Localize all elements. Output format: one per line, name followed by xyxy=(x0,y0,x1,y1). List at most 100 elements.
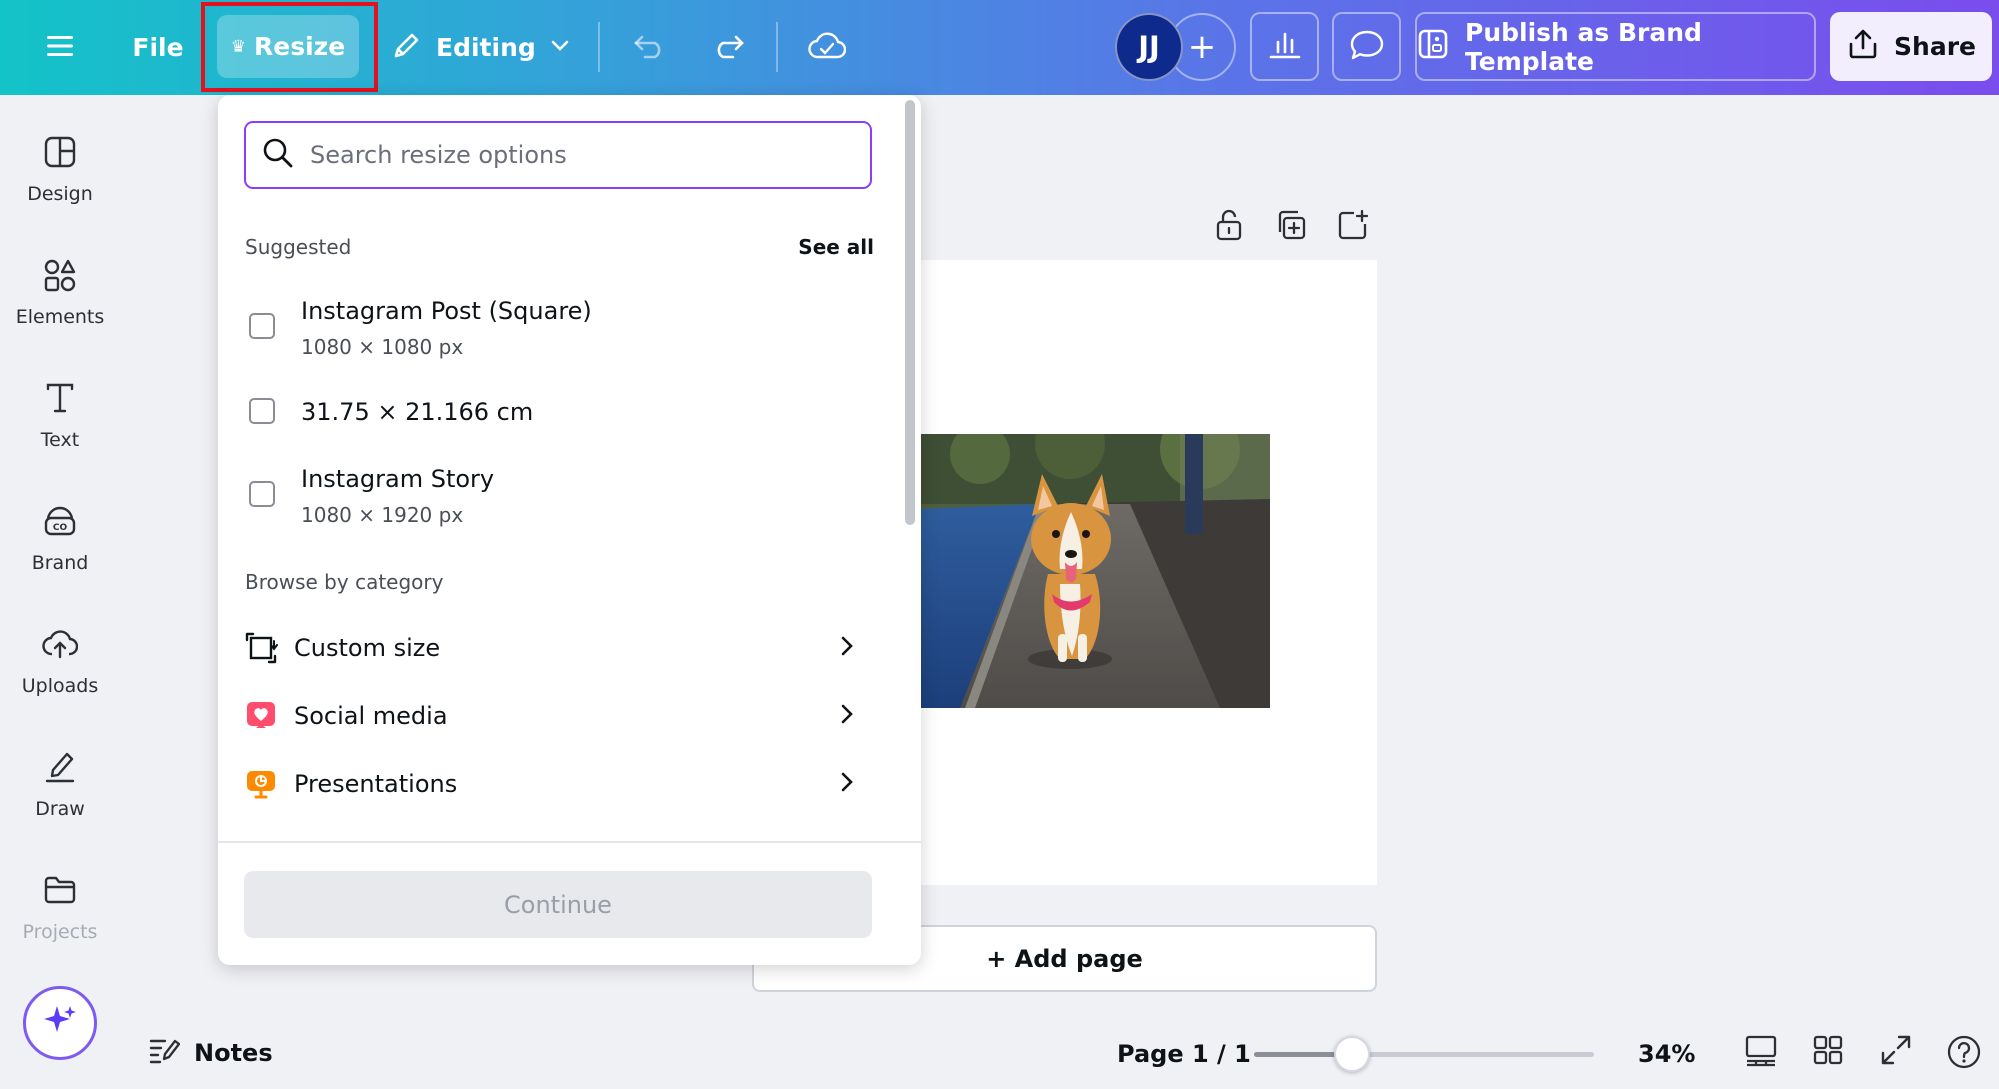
design-icon xyxy=(43,135,77,173)
redo-button[interactable] xyxy=(706,22,750,74)
option-title: Instagram Story xyxy=(301,465,495,493)
sidebar-item-label: Draw xyxy=(35,798,85,820)
page-view-icon xyxy=(1744,1035,1778,1072)
option-checkbox[interactable] xyxy=(249,398,275,424)
option-dimensions: 1080 × 1080 px xyxy=(301,335,464,359)
main-menu-button[interactable] xyxy=(36,0,84,95)
publish-brand-template-button[interactable]: Publish as Brand Template xyxy=(1415,12,1816,81)
sidebar-item-label: Brand xyxy=(31,552,89,574)
custom-size-icon xyxy=(244,631,278,665)
resize-search-box[interactable] xyxy=(244,121,872,189)
text-icon xyxy=(43,381,77,419)
sidebar-item-label: Elements xyxy=(15,306,105,328)
chevron-right-icon xyxy=(840,635,854,661)
continue-button[interactable]: Continue xyxy=(244,871,872,938)
expand-arrows-icon xyxy=(1880,1035,1912,1070)
option-checkbox[interactable] xyxy=(249,481,275,507)
option-title: Instagram Post (Square) xyxy=(301,297,592,325)
notes-label: Notes xyxy=(194,1039,273,1067)
publish-label: Publish as Brand Template xyxy=(1465,17,1702,76)
help-button[interactable] xyxy=(1946,1034,1982,1074)
user-avatar[interactable]: JJ xyxy=(1115,13,1183,81)
sidebar-item-elements[interactable]: Elements xyxy=(0,258,120,328)
brand-template-icon xyxy=(1417,28,1449,66)
zoom-level[interactable]: 34% xyxy=(1638,1040,1695,1068)
resize-label: Resize xyxy=(254,32,346,61)
social-media-heart-icon xyxy=(244,699,278,733)
lock-page-icon[interactable] xyxy=(1212,208,1246,246)
category-label: Presentations xyxy=(294,770,458,798)
sparkle-icon xyxy=(41,1002,79,1044)
page-view-button[interactable] xyxy=(1744,1034,1778,1072)
sidebar-item-label: Design xyxy=(27,183,93,205)
zoom-slider-handle[interactable] xyxy=(1334,1036,1371,1072)
notes-button[interactable]: Notes xyxy=(148,1035,273,1071)
notes-icon xyxy=(148,1035,181,1071)
resize-button[interactable]: ♛ Resize xyxy=(217,15,359,78)
plus-icon: + xyxy=(1187,27,1217,67)
suggested-option[interactable]: Instagram Post (Square) 1080 × 1080 px xyxy=(244,297,874,359)
sidebar-item-label: Text xyxy=(40,429,80,451)
category-custom-size[interactable]: Custom size xyxy=(244,623,884,673)
category-presentations[interactable]: Presentations xyxy=(244,759,884,809)
suggested-option[interactable]: 31.75 × 21.166 cm xyxy=(244,398,874,426)
chevron-down-icon xyxy=(550,38,570,57)
add-page-icon[interactable] xyxy=(1336,208,1370,246)
duplicate-page-icon[interactable] xyxy=(1274,208,1308,246)
pencil-icon xyxy=(390,30,422,66)
comments-button[interactable] xyxy=(1332,12,1401,81)
corgi-photo-illustration xyxy=(920,434,1270,708)
share-button[interactable]: Share xyxy=(1830,12,1992,81)
toolbar-divider xyxy=(598,22,600,72)
comment-bubble-icon xyxy=(1349,29,1385,65)
draw-pen-icon xyxy=(43,750,77,788)
option-checkbox[interactable] xyxy=(249,313,275,339)
sidebar-item-projects[interactable]: Projects xyxy=(0,873,120,943)
resize-search-input[interactable] xyxy=(310,141,870,169)
grid-view-button[interactable] xyxy=(1812,1034,1844,1070)
see-all-link[interactable]: See all xyxy=(798,235,874,259)
zoom-slider-track[interactable] xyxy=(1254,1052,1594,1057)
sidebar-item-text[interactable]: Text xyxy=(0,381,120,451)
editing-label: Editing xyxy=(436,33,536,62)
page-indicator[interactable]: Page 1 / 1 xyxy=(1117,1040,1251,1068)
panel-scrollbar[interactable] xyxy=(905,100,915,525)
fullscreen-button[interactable] xyxy=(1880,1034,1912,1070)
corgi-photo[interactable] xyxy=(920,434,1270,708)
svg-text:CO: CO xyxy=(53,523,68,533)
option-title: 31.75 × 21.166 cm xyxy=(301,398,534,426)
option-dimensions: 1080 × 1920 px xyxy=(301,503,464,527)
category-label: Custom size xyxy=(294,634,441,662)
share-upload-icon xyxy=(1846,27,1880,67)
insights-button[interactable] xyxy=(1250,12,1319,81)
folder-icon xyxy=(43,873,77,911)
sidebar-item-design[interactable]: Design xyxy=(0,135,120,205)
category-label: Social media xyxy=(294,702,448,730)
chevron-right-icon xyxy=(840,703,854,729)
elements-icon xyxy=(43,258,77,296)
undo-button[interactable] xyxy=(628,22,672,74)
category-social-media[interactable]: Social media xyxy=(244,691,884,741)
cloud-save-status-button[interactable] xyxy=(806,22,848,74)
resize-options-panel: Suggested See all Instagram Post (Square… xyxy=(218,95,921,965)
presentations-icon xyxy=(244,767,278,801)
magic-assistant-button[interactable] xyxy=(23,986,97,1060)
sidebar-item-uploads[interactable]: Uploads xyxy=(0,627,120,697)
redo-icon xyxy=(711,33,745,63)
help-question-icon xyxy=(1946,1035,1982,1074)
hamburger-menu-icon xyxy=(47,35,73,61)
sidebar-item-brand[interactable]: CO Brand xyxy=(0,504,120,574)
sidebar-item-label: Uploads xyxy=(21,675,99,697)
page-tools xyxy=(1212,208,1370,246)
suggested-option[interactable]: Instagram Story 1080 × 1920 px xyxy=(244,465,874,527)
top-toolbar: File ♛ Resize Editing + JJ Publish as Br… xyxy=(0,0,1999,95)
search-icon xyxy=(262,137,294,173)
cloud-upload-icon xyxy=(42,627,79,665)
share-label: Share xyxy=(1894,32,1976,61)
left-sidebar: Design Elements Text CO Brand Uploads Dr… xyxy=(0,95,120,1089)
file-menu-button[interactable]: File xyxy=(124,0,192,95)
sidebar-item-draw[interactable]: Draw xyxy=(0,750,120,820)
chevron-right-icon xyxy=(840,771,854,797)
editing-mode-dropdown[interactable]: Editing xyxy=(390,0,570,95)
crown-icon: ♛ xyxy=(230,36,247,57)
